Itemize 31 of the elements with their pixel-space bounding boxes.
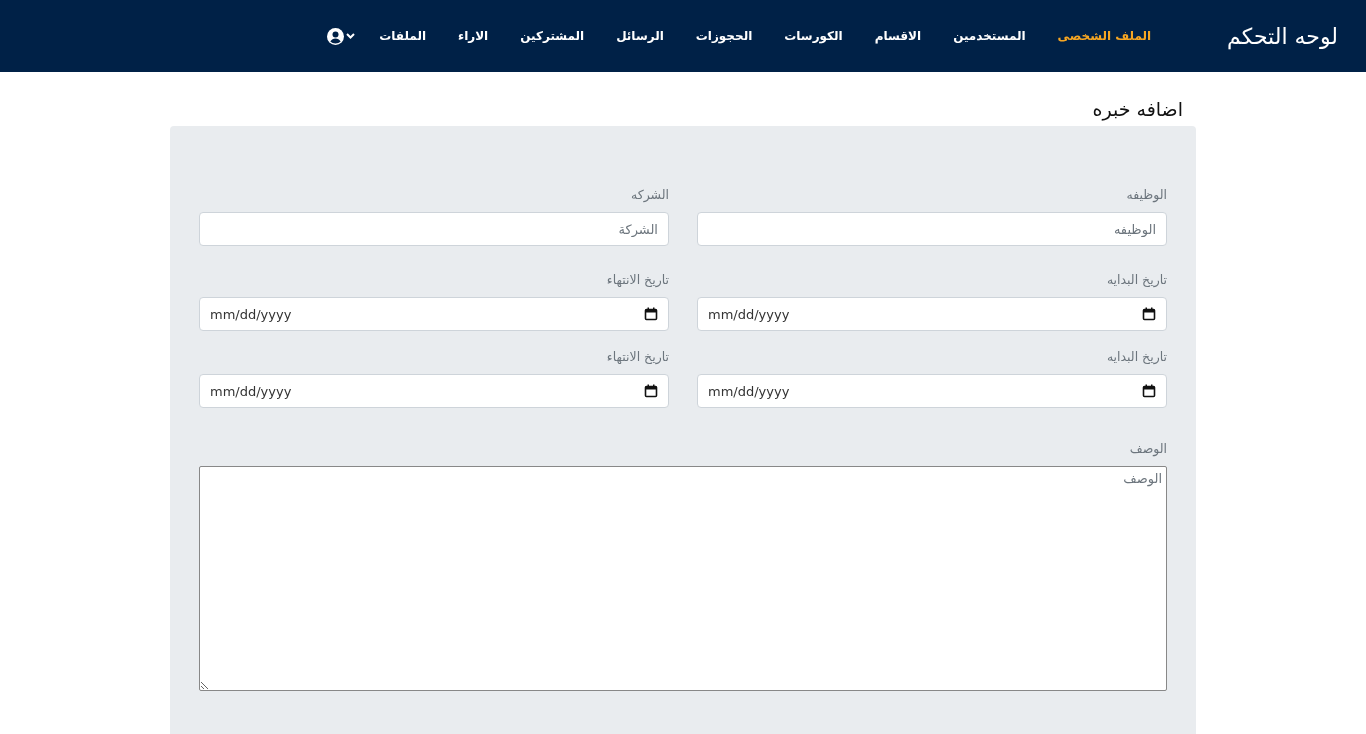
- date-field[interactable]: mm/dd/yyyy: [697, 374, 1167, 408]
- field-label: تاريخ البدايه: [1105, 271, 1167, 289]
- calendar-icon[interactable]: [1142, 307, 1156, 321]
- nav-link[interactable]: الحجوزات: [679, 29, 769, 43]
- field-label: تاريخ البدايه: [1105, 348, 1167, 366]
- nav-link[interactable]: المشتركين: [504, 29, 601, 43]
- nav-link[interactable]: الملفات: [363, 29, 442, 43]
- nav-link[interactable]: الملف الشخصى: [1041, 29, 1168, 43]
- field-label: الوصف: [1128, 440, 1167, 458]
- page-title: اضافه خبره: [1091, 98, 1183, 120]
- nav-link[interactable]: الكورسات: [768, 29, 859, 43]
- date-field[interactable]: mm/dd/yyyy: [697, 297, 1167, 331]
- brand-title[interactable]: لوحه التحكم: [1227, 23, 1338, 49]
- field-label: تاريخ الانتهاء: [605, 271, 669, 289]
- field-label: الشركه: [630, 186, 669, 204]
- calendar-icon[interactable]: [1142, 384, 1156, 398]
- calendar-icon[interactable]: [644, 384, 658, 398]
- caret-icon: [346, 33, 356, 39]
- date-field[interactable]: mm/dd/yyyy: [199, 297, 669, 331]
- input-field[interactable]: الوظيفه: [697, 212, 1167, 246]
- date-field[interactable]: mm/dd/yyyy: [199, 374, 669, 408]
- nav-link[interactable]: المستخدمين: [937, 29, 1042, 43]
- nav-link[interactable]: الاراء: [442, 29, 505, 43]
- user-icon: [327, 27, 345, 45]
- field-label: الوظيفه: [1125, 186, 1167, 204]
- text-area[interactable]: الوصف: [199, 466, 1167, 691]
- input-field[interactable]: الشركة: [199, 212, 669, 246]
- nav-link[interactable]: الرسائل: [600, 29, 680, 43]
- calendar-icon[interactable]: [644, 307, 658, 321]
- field-label: تاريخ الانتهاء: [605, 348, 669, 366]
- nav-link[interactable]: الاقسام: [858, 29, 938, 43]
